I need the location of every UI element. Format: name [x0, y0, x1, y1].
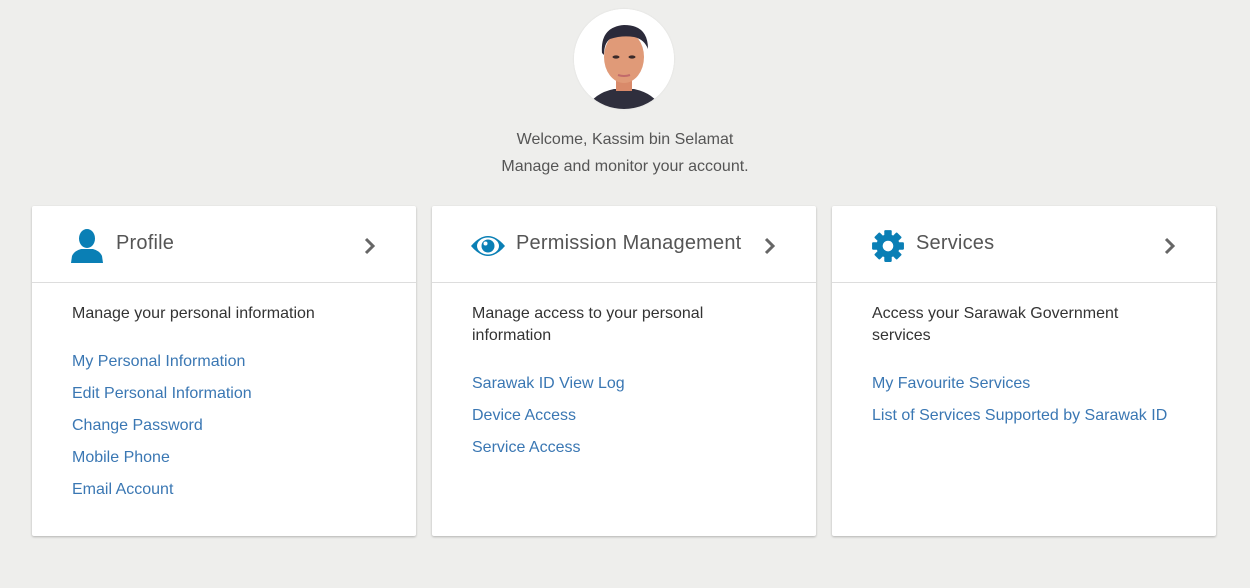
welcome-section: Welcome, Kassim bin Selamat Manage and m… [0, 126, 1250, 180]
permission-management-card-title: Permission Management [516, 232, 742, 254]
permission-management-card-description: Manage access to your personal informati… [472, 305, 704, 344]
change-password-link[interactable]: Change Password [72, 417, 203, 434]
services-card-description: Access your Sarawak Government services [872, 305, 1119, 344]
services-links: My Favourite Services List of Services S… [872, 368, 1176, 432]
welcome-subtitle: Manage and monitor your account. [501, 158, 749, 175]
gear-icon [870, 229, 906, 263]
permission-management-links: Sarawak ID View Log Device Access Servic… [472, 368, 776, 464]
my-personal-information-link[interactable]: My Personal Information [72, 353, 245, 370]
services-card: Services Access your Sarawak Government … [832, 206, 1216, 536]
my-favourite-services-link[interactable]: My Favourite Services [872, 375, 1030, 392]
chevron-right-icon[interactable] [762, 236, 778, 256]
permission-management-card-header[interactable]: Permission Management [432, 206, 816, 283]
list-of-supported-services-link[interactable]: List of Services Supported by Sarawak ID [872, 407, 1167, 424]
profile-card-description: Manage your personal information [72, 305, 315, 322]
permission-management-card: Permission Management Manage access to y… [432, 206, 816, 536]
email-account-link[interactable]: Email Account [72, 481, 173, 498]
profile-card: Profile Manage your personal information… [32, 206, 416, 536]
user-icon [70, 229, 106, 263]
profile-card-title: Profile [116, 232, 175, 254]
device-access-link[interactable]: Device Access [472, 407, 576, 424]
chevron-right-icon[interactable] [1162, 236, 1178, 256]
profile-card-header[interactable]: Profile [32, 206, 416, 283]
avatar-photo [574, 9, 674, 109]
sarawak-id-view-log-link[interactable]: Sarawak ID View Log [472, 375, 625, 392]
avatar [574, 9, 674, 109]
chevron-right-icon[interactable] [362, 236, 378, 256]
welcome-text: Welcome, Kassim bin Selamat [516, 131, 734, 148]
mobile-phone-link[interactable]: Mobile Phone [72, 449, 170, 466]
edit-personal-information-link[interactable]: Edit Personal Information [72, 385, 252, 402]
service-access-link[interactable]: Service Access [472, 439, 580, 456]
eye-icon [470, 229, 506, 263]
services-card-title: Services [916, 232, 995, 254]
services-card-header[interactable]: Services [832, 206, 1216, 283]
profile-links: My Personal Information Edit Personal In… [72, 346, 376, 506]
